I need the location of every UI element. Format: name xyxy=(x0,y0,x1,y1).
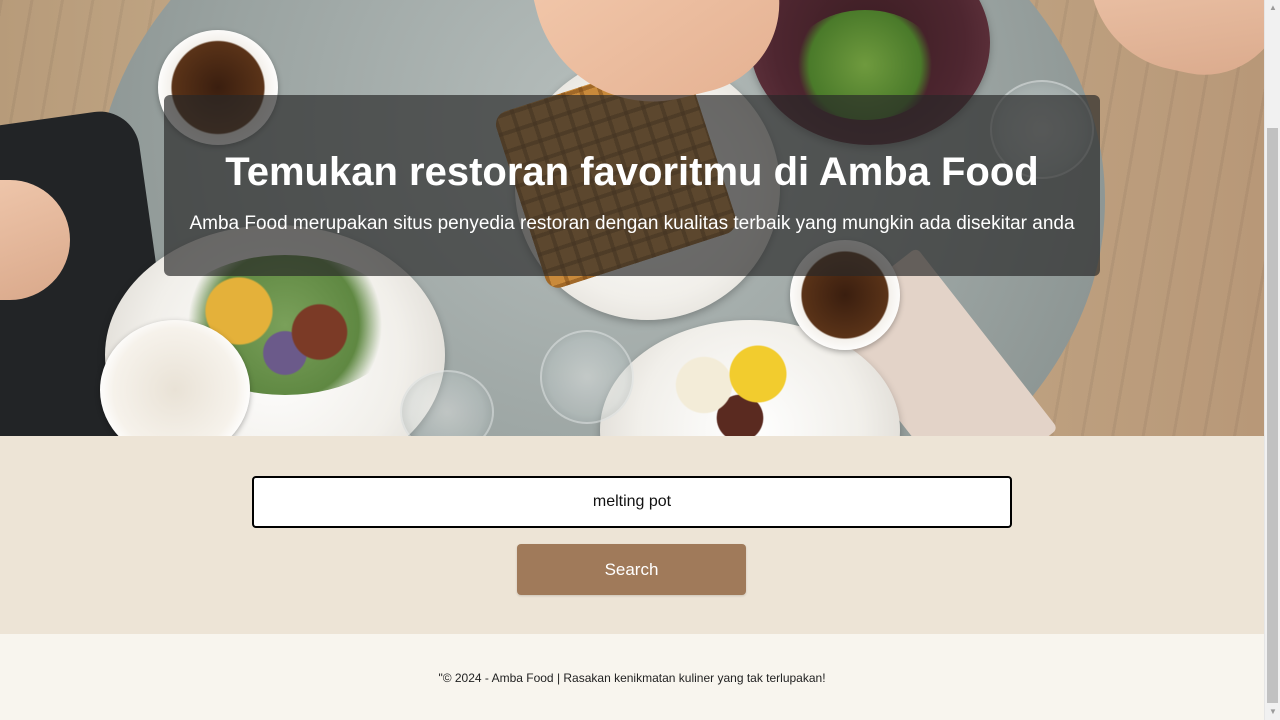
footer: "© 2024 - Amba Food | Rasakan kenikmatan… xyxy=(0,634,1264,720)
search-section: Search xyxy=(0,436,1264,634)
scroll-up-arrow-icon[interactable]: ▲ xyxy=(1265,0,1280,16)
vertical-scrollbar[interactable]: ▲ ▼ xyxy=(1264,0,1280,720)
search-input[interactable] xyxy=(252,476,1012,528)
scroll-down-arrow-icon[interactable]: ▼ xyxy=(1265,704,1280,720)
hero-hand-graphic xyxy=(1070,0,1264,90)
scrollbar-thumb[interactable] xyxy=(1267,128,1278,703)
hero-glass-graphic xyxy=(540,330,634,424)
hero-food-graphic xyxy=(650,330,830,436)
hero-banner: Temukan restoran favoritmu di Amba Food … xyxy=(0,0,1264,436)
hero-text-overlay: Temukan restoran favoritmu di Amba Food … xyxy=(164,95,1100,276)
footer-text: "© 2024 - Amba Food | Rasakan kenikmatan… xyxy=(438,671,826,685)
search-button[interactable]: Search xyxy=(517,544,746,595)
hero-subtitle: Amba Food merupakan situs penyedia resto… xyxy=(189,213,1075,234)
page: Temukan restoran favoritmu di Amba Food … xyxy=(0,0,1264,720)
hero-title: Temukan restoran favoritmu di Amba Food xyxy=(225,150,1039,194)
